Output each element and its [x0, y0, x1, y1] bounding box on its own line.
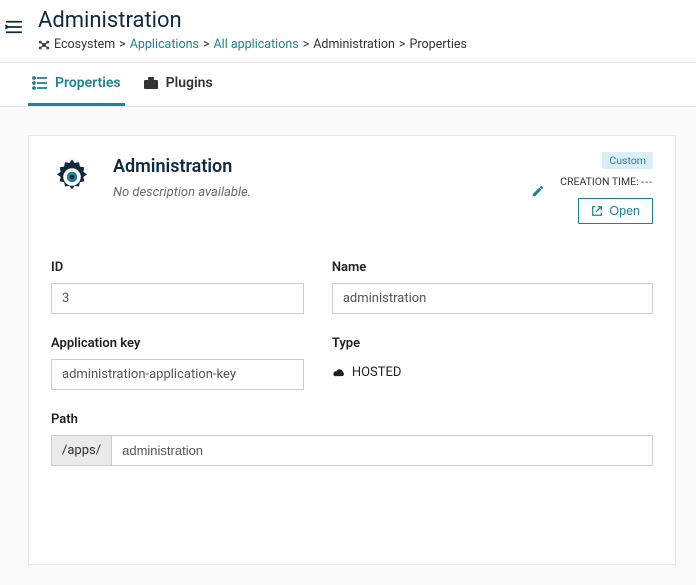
key-input[interactable] — [51, 359, 304, 390]
name-label: Name — [332, 260, 653, 275]
creation-time-value: --- — [641, 175, 653, 188]
briefcase-icon — [143, 76, 159, 90]
menu-toggle-icon[interactable] — [5, 20, 23, 34]
creation-time-label: CREATION TIME: — [560, 175, 639, 188]
id-field: ID — [51, 260, 304, 314]
custom-badge: Custom — [602, 152, 653, 169]
name-field: Name — [332, 260, 653, 314]
tab-plugins-label: Plugins — [166, 75, 213, 91]
type-label: Type — [332, 336, 653, 351]
path-label: Path — [51, 412, 653, 427]
breadcrumb-administration: Administration — [313, 37, 395, 52]
breadcrumb-applications[interactable]: Applications — [130, 37, 199, 52]
type-value: HOSTED — [352, 365, 402, 380]
type-field: Type HOSTED — [332, 336, 653, 390]
key-field: Application key — [51, 336, 304, 390]
tabs-bar: Properties Plugins — [0, 62, 696, 107]
id-label: ID — [51, 260, 304, 275]
edit-icon[interactable] — [531, 184, 545, 198]
tab-plugins[interactable]: Plugins — [139, 63, 217, 106]
cloud-icon — [332, 367, 346, 379]
name-input[interactable] — [332, 283, 653, 314]
topbar: Administration Ecosystem > Applications … — [0, 0, 696, 62]
ecosystem-icon — [38, 39, 50, 51]
open-button[interactable]: Open — [578, 198, 653, 224]
path-input[interactable] — [111, 435, 653, 466]
path-field: Path /apps/ — [51, 412, 653, 466]
path-prefix: /apps/ — [51, 435, 111, 466]
external-link-icon — [591, 205, 603, 217]
open-button-label: Open — [609, 204, 640, 218]
page-title: Administration — [38, 8, 696, 33]
breadcrumb-all-applications[interactable]: All applications — [214, 37, 299, 52]
tab-properties[interactable]: Properties — [28, 63, 125, 106]
gear-icon — [51, 156, 93, 198]
properties-card: Administration No description available.… — [28, 135, 676, 565]
app-description: No description available. — [113, 185, 513, 200]
list-icon — [32, 76, 48, 90]
tab-properties-label: Properties — [55, 75, 121, 91]
breadcrumb-current: Properties — [409, 37, 467, 52]
breadcrumb-root: Ecosystem — [54, 37, 115, 52]
id-input[interactable] — [51, 283, 304, 314]
app-name: Administration — [113, 156, 513, 177]
key-label: Application key — [51, 336, 304, 351]
breadcrumb: Ecosystem > Applications > All applicati… — [38, 37, 696, 52]
